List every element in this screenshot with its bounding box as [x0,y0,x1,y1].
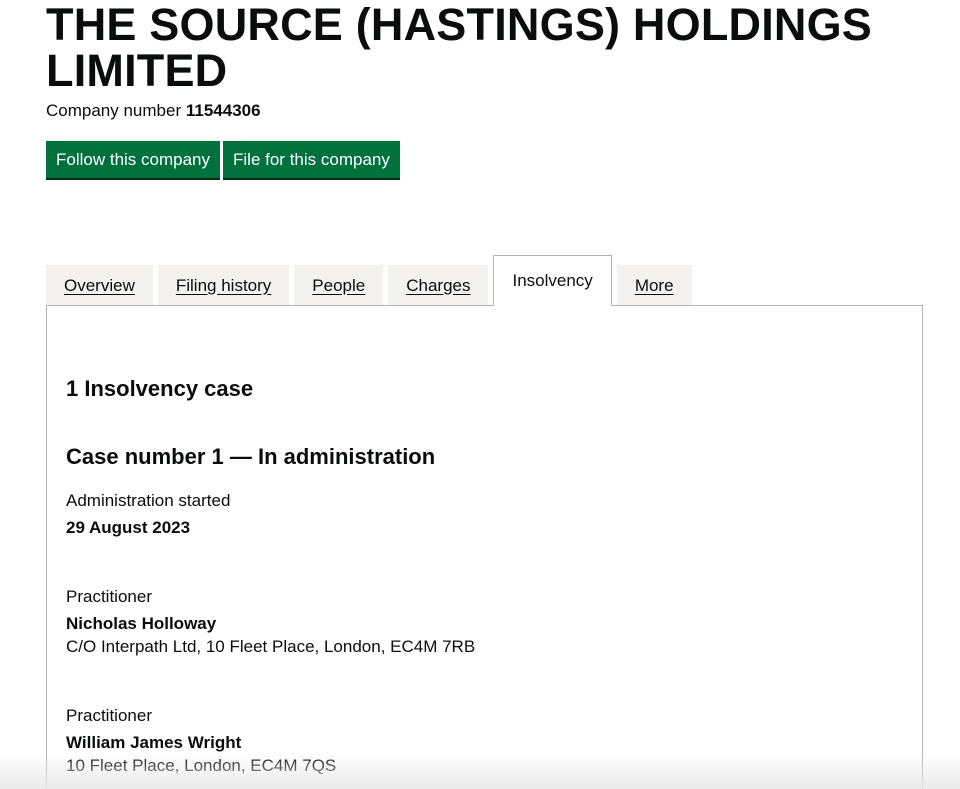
company-number-value: 11544306 [185,101,261,120]
file-for-company-button[interactable]: File for this company [223,141,400,178]
tab-overview[interactable]: Overview [46,265,153,306]
company-name-heading: THE SOURCE (HASTINGS) HOLDINGS LIMITED [46,0,873,96]
administration-started-label: Administration started [66,491,231,510]
company-tabs: Overview Filing history People Charges I… [46,255,692,306]
tab-insolvency[interactable]: Insolvency [493,255,612,306]
practitioner-label: Practitioner [66,706,152,725]
practitioner-name: William James Wright [66,733,242,752]
tab-filing-history[interactable]: Filing history [157,265,290,306]
tab-more[interactable]: More [616,265,692,306]
company-actions: Follow this company File for this compan… [46,141,400,178]
tab-people[interactable]: People [294,265,384,306]
administration-started-date: 29 August 2023 [66,518,191,537]
insolvency-count-heading: 1 Insolvency case [66,376,254,401]
follow-company-button[interactable]: Follow this company [46,141,221,178]
insolvency-panel: 1 Insolvency case Case number 1 — In adm… [46,305,923,789]
company-page: THE SOURCE (HASTINGS) HOLDINGS LIMITED C… [0,0,960,789]
practitioner-address: 10 Fleet Place, London, EC4M 7QS [66,756,337,775]
practitioner-label: Practitioner [66,587,152,606]
practitioner-name: Nicholas Holloway [66,614,217,633]
tab-charges[interactable]: Charges [388,265,489,306]
practitioner-address: C/O Interpath Ltd, 10 Fleet Place, Londo… [66,637,476,656]
company-number-label: Company number [46,101,182,120]
case-heading: Case number 1 — In administration [66,444,436,469]
company-number: Company number 11544306 [46,100,261,122]
